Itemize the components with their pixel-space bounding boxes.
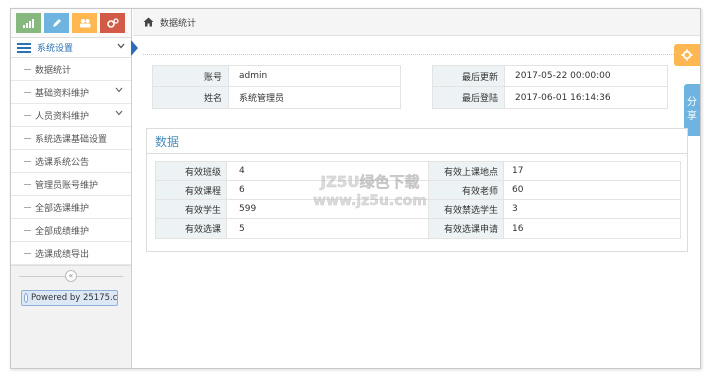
sidebar-item-label: 全部选课维护: [35, 203, 90, 214]
stat-label: 有效上课地点: [428, 162, 504, 180]
stats-table: 有效班级 4 有效上课地点 17 有效课程 6 有效老师 60 有效学生 599…: [155, 161, 681, 239]
menu-title: 系统设置: [37, 44, 74, 54]
stat-value: 5: [239, 223, 245, 234]
stat-value: 3: [512, 204, 518, 214]
cogs-icon[interactable]: [100, 13, 125, 33]
gear-icon: [681, 49, 693, 61]
stat-value: 60: [512, 185, 524, 195]
collapse-row: «: [11, 265, 131, 287]
info-label: 最后登陆: [433, 87, 505, 108]
pencil-icon[interactable]: [44, 13, 69, 33]
submenu: 数据统计 基础资料维护 人员资料维护 系统选课基础设置 选课系统公告 管理员账号…: [11, 58, 131, 265]
sidebar-item-label: 选课成绩导出: [35, 249, 90, 260]
sidebar-item-label: 基础资料维护: [35, 88, 90, 99]
info-value: 系统管理员: [239, 94, 285, 104]
sidebar-item-data-stats[interactable]: 数据统计: [11, 58, 131, 81]
sidebar-item-label: 全部成绩维护: [35, 226, 90, 237]
sidebar-item-announcements[interactable]: 选课系统公告: [11, 150, 131, 173]
info-label: 账号: [153, 66, 229, 86]
stat-value: 17: [512, 166, 524, 176]
info-value: 2017-05-22 00:00:00: [515, 71, 611, 81]
badge-dot-icon: [25, 294, 27, 302]
sidebar-item-grade-export[interactable]: 选课成绩导出: [11, 242, 131, 265]
sidebar: 系统设置 数据统计 基础资料维护 人员资料维护 系统选课基础设置 选课系统公告 …: [11, 9, 138, 368]
info-row: 姓名 系统管理员: [153, 87, 400, 108]
stat-value: 16: [512, 223, 524, 234]
info-row: 最后登陆 2017-06-01 16:14:36: [433, 87, 667, 108]
main-content: 数据统计 分 享 账号 admin 姓名 系统管理员 最后更新 2017-05-…: [133, 9, 700, 368]
stat-label: 有效学生: [156, 200, 227, 218]
sidebar-item-label: 选课系统公告: [35, 157, 90, 168]
chevron-down-icon: [117, 42, 125, 52]
chevron-down-icon: [115, 86, 123, 95]
home-icon[interactable]: [143, 17, 154, 27]
stat-label: 有效选课申请: [428, 219, 504, 238]
data-panel-title: 数据: [147, 129, 687, 154]
stat-label: 有效选课: [156, 219, 227, 238]
chevron-down-icon: [115, 109, 123, 118]
shortcut-bar: [11, 9, 131, 38]
menu-system-settings[interactable]: 系统设置: [11, 38, 138, 58]
share-char: 享: [687, 111, 697, 122]
list-icon: [17, 42, 31, 53]
data-panel: 数据 有效班级 4 有效上课地点 17 有效课程 6 有效老师 60 有效学生 …: [146, 128, 688, 252]
table-row: 有效学生 599 有效禁选学生 3: [156, 200, 680, 219]
stat-label: 有效老师: [428, 181, 504, 199]
sidebar-item-all-grades[interactable]: 全部成绩维护: [11, 219, 131, 242]
powered-by-text: Powered by 25175.c: [31, 293, 118, 303]
users-icon[interactable]: [72, 13, 97, 33]
stat-value: 599: [239, 204, 257, 214]
signal-icon[interactable]: [16, 13, 41, 33]
info-value: 2017-06-01 16:14:36: [515, 92, 611, 103]
info-row: 账号 admin: [153, 66, 400, 87]
stat-value: 6: [239, 185, 245, 195]
divider: [143, 54, 688, 55]
sidebar-item-personnel[interactable]: 人员资料维护: [11, 104, 131, 127]
share-char: 分: [687, 97, 697, 108]
sidebar-item-label: 系统选课基础设置: [35, 134, 108, 145]
sidebar-item-admin-accounts[interactable]: 管理员账号维护: [11, 173, 131, 196]
sidebar-item-label: 数据统计: [35, 65, 72, 76]
table-row: 有效课程 6 有效老师 60: [156, 181, 680, 200]
sidebar-item-course-settings[interactable]: 系统选课基础设置: [11, 127, 131, 150]
breadcrumb: 数据统计: [133, 9, 700, 36]
sidebar-item-label: 人员资料维护: [35, 111, 90, 122]
info-value: admin: [239, 71, 268, 81]
stat-label: 有效禁选学生: [428, 200, 504, 218]
sidebar-item-basic-data[interactable]: 基础资料维护: [11, 81, 131, 104]
account-info: 账号 admin 姓名 系统管理员: [152, 65, 401, 109]
sidebar-item-label: 管理员账号维护: [35, 180, 99, 191]
info-label: 最后更新: [433, 66, 505, 86]
info-label: 姓名: [153, 87, 229, 108]
powered-by-badge[interactable]: Powered by 25175.c: [21, 290, 118, 306]
settings-gear-button[interactable]: [674, 44, 700, 66]
stat-label: 有效课程: [156, 181, 227, 199]
stat-value: 4: [239, 166, 245, 176]
login-info: 最后更新 2017-05-22 00:00:00 最后登陆 2017-06-01…: [432, 65, 668, 109]
table-row: 有效班级 4 有效上课地点 17: [156, 162, 680, 181]
app-window: 系统设置 数据统计 基础资料维护 人员资料维护 系统选课基础设置 选课系统公告 …: [10, 8, 701, 369]
page-title: 数据统计: [160, 18, 197, 29]
sidebar-item-all-selections[interactable]: 全部选课维护: [11, 196, 131, 219]
collapse-sidebar-button[interactable]: «: [65, 270, 77, 282]
stat-label: 有效班级: [156, 162, 227, 180]
table-row: 有效选课 5 有效选课申请 16: [156, 219, 680, 238]
info-row: 最后更新 2017-05-22 00:00:00: [433, 66, 667, 87]
